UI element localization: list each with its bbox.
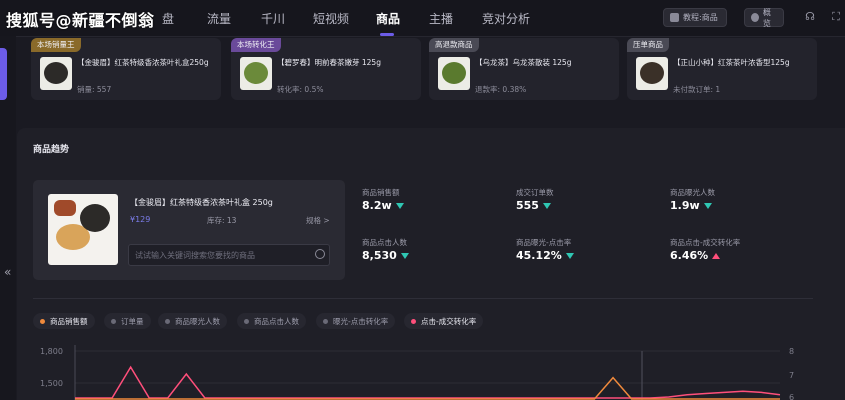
y-right-tick: 8 (789, 347, 794, 356)
y-right-tick: 7 (789, 371, 794, 380)
y-left-tick: 1,800 (40, 347, 63, 356)
y-right-tick: 6 (789, 393, 794, 400)
trend-chart: 1,800 1,500 8 7 6 (40, 345, 794, 400)
y-left-tick: 1,500 (40, 379, 63, 388)
